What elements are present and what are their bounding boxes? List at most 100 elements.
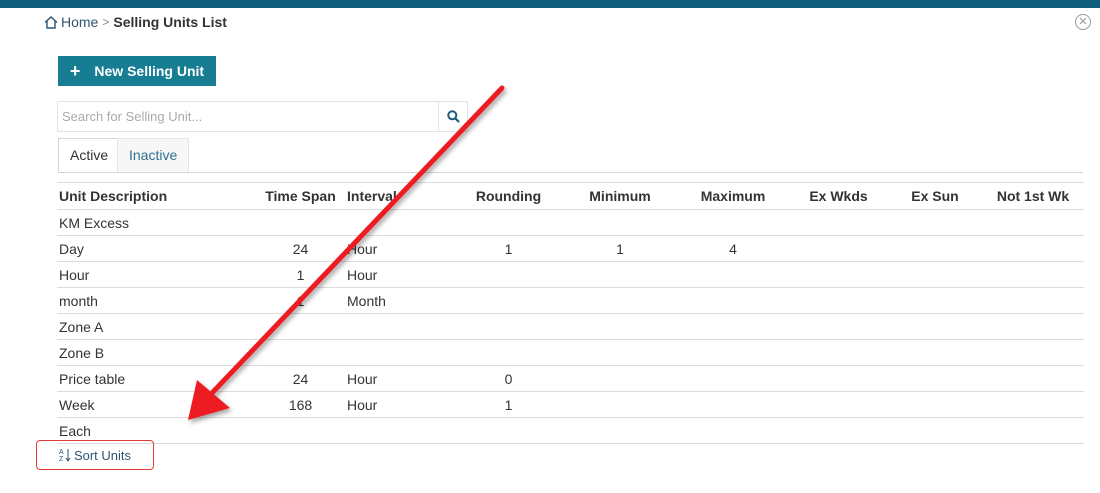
cell-unit-description: Day [57,235,256,262]
cell-interval: Month [345,287,454,314]
column-header-rounding[interactable]: Rounding [454,182,563,210]
cell-maximum [677,313,789,340]
cell-unit-description: Zone B [57,339,256,366]
cell-ex-wkds [789,261,888,288]
cell-unit-description: Hour [57,261,256,288]
cell-time-span: 168 [256,391,345,418]
cell-ex-sun [888,287,982,314]
table-row[interactable]: Hour 1 Hour [57,261,1084,288]
page-title: Selling Units List [113,14,227,30]
table-row[interactable]: Zone A [57,313,1084,340]
cell-minimum [563,313,677,340]
breadcrumb-home-link[interactable]: Home [44,14,98,30]
search-input[interactable] [58,102,438,131]
close-icon[interactable]: ✕ [1075,14,1091,30]
search-button[interactable] [438,102,467,131]
column-header-interval[interactable]: Interval [345,182,454,210]
cell-interval: Hour [345,261,454,288]
cell-ex-sun [888,313,982,340]
cell-unit-description: Week [57,391,256,418]
cell-not-1st-wk [982,391,1084,418]
search-box [57,101,468,132]
column-header-minimum[interactable]: Minimum [563,182,677,210]
cell-ex-wkds [789,209,888,236]
table-row[interactable]: Price table 24 Hour 0 [57,365,1084,392]
cell-maximum [677,287,789,314]
cell-unit-description: Price table [57,365,256,392]
cell-ex-wkds [789,391,888,418]
cell-interval: Hour [345,391,454,418]
cell-time-span [256,417,345,444]
table-row[interactable]: Week 168 Hour 1 [57,391,1084,418]
cell-ex-sun [888,209,982,236]
breadcrumb-separator: > [102,15,110,29]
cell-time-span: 1 [256,261,345,288]
cell-minimum [563,287,677,314]
sort-units-button[interactable]: A Z Sort Units [36,440,154,470]
new-selling-unit-label: New Selling Unit [94,63,205,79]
column-header-unit-description[interactable]: Unit Description [57,182,256,210]
sort-az-icon: A Z [59,449,71,462]
top-header-bar [0,0,1100,8]
cell-rounding [454,339,563,366]
cell-minimum: 1 [563,235,677,262]
column-header-not-1st-wk[interactable]: Not 1st Wk [982,182,1084,210]
cell-maximum [677,417,789,444]
cell-unit-description: Zone A [57,313,256,340]
table-row[interactable]: Day 24 Hour 1 1 4 [57,235,1084,262]
cell-not-1st-wk [982,287,1084,314]
column-header-ex-wkds[interactable]: Ex Wkds [789,182,888,210]
table-row[interactable]: Zone B [57,339,1084,366]
cell-rounding: 1 [454,235,563,262]
cell-minimum [563,209,677,236]
cell-not-1st-wk [982,261,1084,288]
table-row[interactable]: month 1 Month [57,287,1084,314]
cell-rounding [454,417,563,444]
status-tabs: Active Inactive [58,138,1083,173]
cell-rounding: 1 [454,391,563,418]
cell-interval [345,339,454,366]
cell-ex-sun [888,235,982,262]
cell-ex-wkds [789,339,888,366]
svg-text:Z: Z [59,456,64,462]
cell-ex-sun [888,417,982,444]
cell-minimum [563,417,677,444]
cell-maximum [677,365,789,392]
column-header-time-span[interactable]: Time Span [256,182,345,210]
cell-rounding [454,287,563,314]
cell-ex-sun [888,365,982,392]
cell-ex-sun [888,391,982,418]
cell-unit-description: month [57,287,256,314]
column-header-maximum[interactable]: Maximum [677,182,789,210]
cell-ex-sun [888,339,982,366]
sort-units-label: Sort Units [73,447,132,463]
search-icon [446,110,460,123]
breadcrumb-home-label: Home [61,14,99,30]
cell-time-span: 24 [256,365,345,392]
tab-inactive[interactable]: Inactive [117,138,190,172]
cell-ex-wkds [789,313,888,340]
cell-time-span: 1 [256,287,345,314]
table-row[interactable]: Each [57,417,1084,444]
cell-time-span: 24 [256,235,345,262]
cell-interval [345,313,454,340]
cell-not-1st-wk [982,417,1084,444]
tab-active[interactable]: Active [58,138,121,172]
cell-not-1st-wk [982,365,1084,392]
cell-minimum [563,339,677,366]
column-header-ex-sun[interactable]: Ex Sun [888,182,982,210]
cell-not-1st-wk [982,313,1084,340]
cell-maximum [677,339,789,366]
new-selling-unit-button[interactable]: + New Selling Unit [58,56,216,86]
table-row[interactable]: KM Excess [57,209,1084,236]
cell-not-1st-wk [982,209,1084,236]
cell-maximum [677,391,789,418]
cell-rounding [454,261,563,288]
cell-interval: Hour [345,235,454,262]
breadcrumb: Home > Selling Units List [44,14,227,30]
cell-minimum [563,391,677,418]
cell-ex-sun [888,261,982,288]
cell-interval [345,209,454,236]
cell-time-span [256,313,345,340]
cell-maximum: 4 [677,235,789,262]
